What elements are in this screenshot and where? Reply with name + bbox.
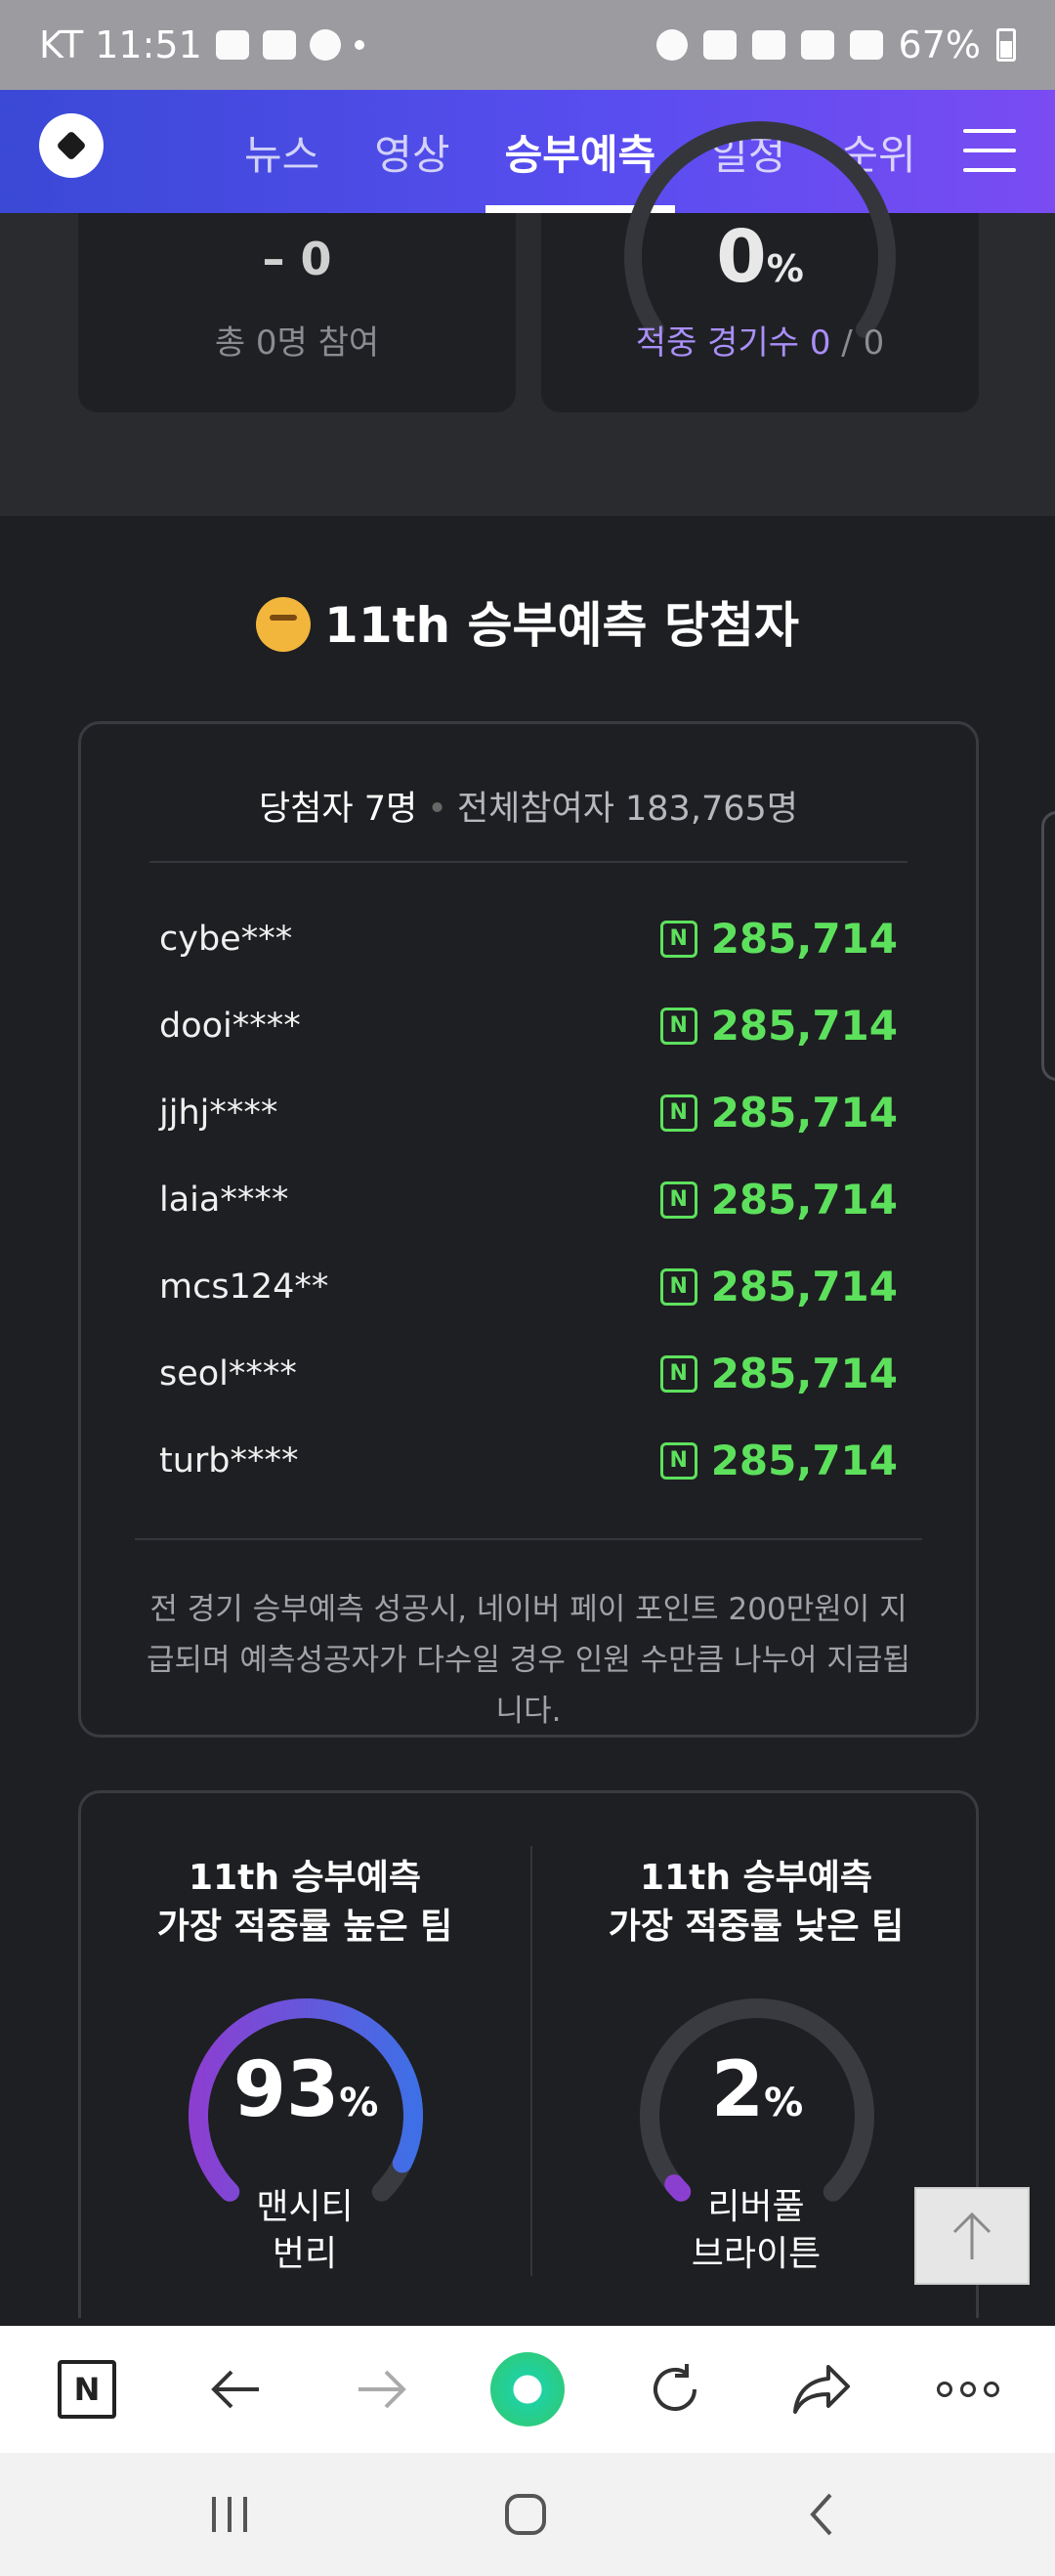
winner-row: mcs124** N 285,714 <box>159 1243 898 1330</box>
divider <box>135 1538 922 1540</box>
winner-list: cybe*** N 285,714 dooi**** N 285,714 jjhj*… <box>159 895 898 1504</box>
refresh-icon[interactable] <box>621 2326 729 2453</box>
talk-notification-icon <box>215 30 249 60</box>
home-icon[interactable] <box>467 2453 584 2576</box>
winner-row: dooi**** N 285,714 <box>159 982 898 1069</box>
team-accuracy-value: 2% <box>710 2046 804 2134</box>
winners-card: 당첨자 7명 • 전체참여자 183,765명 cybe*** N 285,714 d… <box>78 721 979 1738</box>
accuracy-hits: 0 <box>809 323 831 363</box>
recents-icon[interactable] <box>171 2453 288 2576</box>
arrow-up-icon <box>952 2211 992 2259</box>
system-back-icon[interactable] <box>762 2453 879 2576</box>
green-orb-icon[interactable] <box>474 2326 581 2453</box>
battery-percent: 67% <box>898 23 981 66</box>
edge-panel-handle[interactable] <box>1041 811 1055 1081</box>
winner-row: seol**** N 285,714 <box>159 1330 898 1417</box>
back-arrow-icon[interactable] <box>182 2326 289 2453</box>
winner-amount: 285,714 <box>710 1002 898 1050</box>
winner-count: 당첨자 7명 <box>259 790 418 829</box>
naver-n-icon[interactable]: N <box>33 2326 141 2453</box>
party-face-icon <box>256 597 312 652</box>
accuracy-value: 0% <box>716 215 804 299</box>
winner-amount: 285,714 <box>710 915 898 963</box>
scroll-to-top-button[interactable] <box>914 2187 1030 2285</box>
winner-row: turb**** N 285,714 <box>159 1417 898 1504</box>
teams-accuracy-card: 11th 승부예측 가장 적중률 높은 팀 93% 맨시티 번리 11th 승부… <box>78 1790 979 2318</box>
team-match-name: 맨시티 번리 <box>256 2187 354 2274</box>
winner-name: cybe*** <box>159 919 293 959</box>
winner-name: seol**** <box>159 1353 297 1394</box>
alarm-icon <box>655 29 688 61</box>
signal-icon <box>849 30 883 60</box>
winner-amount: 285,714 <box>710 1350 898 1397</box>
mute-icon <box>702 30 737 60</box>
forward-arrow-icon[interactable] <box>328 2326 436 2453</box>
highest-accuracy-team: 11th 승부예측 가장 적중률 높은 팀 93% 맨시티 번리 <box>81 1793 528 2321</box>
naver-pay-icon: N <box>659 1007 697 1045</box>
accuracy-label: 적중 경기수 <box>635 323 800 363</box>
winner-row: jjhj**** N 285,714 <box>159 1069 898 1156</box>
team-title: 11th 승부예측 가장 적중률 높은 팀 <box>156 1858 453 1947</box>
lowest-accuracy-team: 11th 승부예측 가장 적중률 낮은 팀 2% 리버풀 브라이튼 <box>532 1793 980 2321</box>
battery-icon <box>996 28 1016 62</box>
winner-row: cybe*** N 285,714 <box>159 895 898 982</box>
team-match-name: 리버풀 브라이튼 <box>691 2187 822 2274</box>
divider <box>149 861 907 863</box>
team-accuracy-value: 93% <box>232 2046 379 2134</box>
winner-amount: 285,714 <box>710 1176 898 1224</box>
total-participants: 전체참여자 183,765명 <box>456 790 798 829</box>
system-navigation-bar <box>0 2453 1055 2576</box>
naver-pay-icon: N <box>659 1267 697 1306</box>
my-prediction-summary: – 0 총 0명 참여 0% 적중 경기수 0 / 0 <box>0 121 1055 516</box>
tab-news[interactable]: 뉴스 <box>225 90 339 213</box>
gallery-notification-icon <box>262 30 296 60</box>
winner-name: turb**** <box>159 1440 299 1481</box>
winner-name: dooi**** <box>159 1006 301 1046</box>
more-notifications-dot-icon <box>354 40 364 50</box>
accuracy-text: 적중 경기수 0 / 0 <box>541 316 979 364</box>
winner-name: jjhj**** <box>159 1093 278 1133</box>
carrier-time: KT 11:51 <box>39 23 202 66</box>
participants-score: – 0 <box>262 233 332 285</box>
winner-row: laia**** N 285,714 <box>159 1156 898 1243</box>
browser-toolbar: N <box>0 2326 1055 2453</box>
hd-icon <box>800 30 834 60</box>
winner-amount: 285,714 <box>710 1437 898 1484</box>
naver-pay-icon: N <box>659 1354 697 1393</box>
accuracy-total: 0 <box>863 323 885 363</box>
share-icon[interactable] <box>768 2326 875 2453</box>
wifi-icon <box>751 30 785 60</box>
participants-card: – 0 총 0명 참여 <box>78 213 516 412</box>
team-title: 11th 승부예측 가장 적중률 낮은 팀 <box>608 1858 905 1947</box>
winners-note: 전 경기 승부예측 성공시, 네이버 페이 포인트 200만원이 지급되며 예측… <box>147 1592 910 1729</box>
soccer-ball-icon[interactable] <box>39 113 104 178</box>
tab-video[interactable]: 영상 <box>355 90 469 213</box>
hamburger-menu-icon[interactable] <box>963 129 1016 172</box>
winner-name: laia**** <box>159 1180 289 1220</box>
winner-name: mcs124** <box>159 1267 329 1307</box>
more-icon[interactable] <box>914 2326 1022 2453</box>
naver-pay-icon: N <box>659 1441 697 1480</box>
winner-amount: 285,714 <box>710 1263 898 1310</box>
naver-pay-icon: N <box>659 920 697 958</box>
winner-amount: 285,714 <box>710 1089 898 1137</box>
naver-pay-icon: N <box>659 1094 697 1132</box>
participants-text: 총 0명 참여 <box>214 323 380 363</box>
accuracy-card: 0% 적중 경기수 0 / 0 <box>541 121 979 412</box>
bulb-notification-icon <box>309 29 341 61</box>
accuracy-sep: / <box>841 323 853 363</box>
naver-pay-icon: N <box>659 1181 697 1219</box>
winners-summary: 당첨자 7명 • 전체참여자 183,765명 <box>259 790 798 829</box>
winners-title: 11th 승부예측 당첨자 <box>0 586 1055 657</box>
